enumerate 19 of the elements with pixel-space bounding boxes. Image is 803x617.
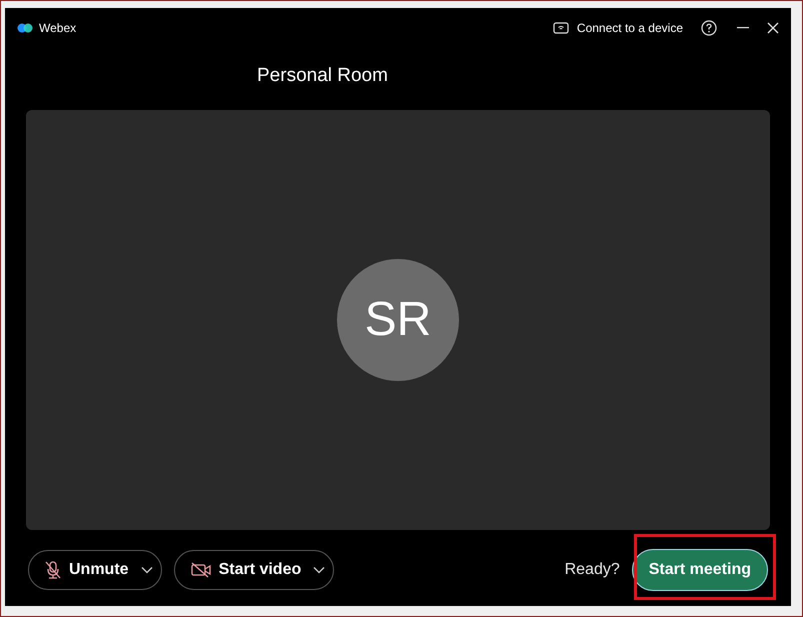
app-title: Webex [39, 20, 76, 37]
chevron-down-icon [313, 566, 326, 574]
connect-device-button[interactable]: Connect to a device [552, 19, 683, 37]
chevron-down-icon [140, 566, 153, 574]
webex-logo-icon [17, 22, 33, 34]
start-meeting-button[interactable]: Start meeting [632, 549, 768, 591]
start-video-button[interactable]: Start video [190, 558, 302, 582]
muted-microphone-icon [45, 561, 61, 579]
screen-icon [552, 22, 569, 34]
video-off-icon [190, 562, 211, 578]
room-title: Personal Room [257, 65, 388, 86]
unmute-button[interactable]: Unmute [45, 558, 129, 582]
dropdown-button[interactable] [313, 566, 326, 574]
dropdown-button[interactable] [140, 566, 153, 574]
help-icon[interactable] [701, 20, 717, 36]
close-icon[interactable] [767, 22, 779, 34]
ready-label: Ready? [564, 560, 620, 580]
minimize-icon[interactable] [737, 27, 749, 29]
avatar: SR [337, 259, 459, 381]
